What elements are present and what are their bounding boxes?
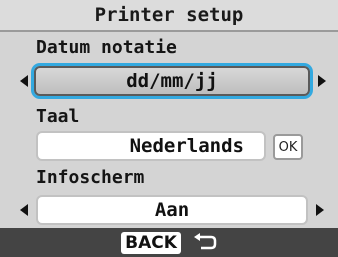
bottom-bar: BACK (0, 228, 338, 257)
title-bar: Printer setup (0, 0, 338, 32)
language-selector[interactable]: Nederlands (36, 131, 266, 161)
info-screen-left-arrow-icon[interactable] (20, 204, 28, 216)
language-label: Taal (36, 106, 80, 127)
date-format-right-arrow-icon[interactable] (318, 75, 326, 87)
printer-setup-screen: Printer setup Datum notatie dd/mm/jj Taa… (0, 0, 338, 257)
back-button[interactable]: BACK (121, 231, 181, 254)
date-format-label: Datum notatie (36, 37, 177, 58)
date-format-left-arrow-icon[interactable] (20, 75, 28, 87)
info-screen-value: Aan (154, 199, 190, 221)
info-screen-label: Infoscherm (36, 167, 145, 188)
language-value: Nederlands (129, 135, 244, 157)
date-format-selector[interactable]: dd/mm/jj (34, 66, 310, 96)
page-title: Printer setup (94, 4, 244, 26)
info-screen-right-arrow-icon[interactable] (316, 204, 324, 216)
return-arrow-icon[interactable] (191, 232, 217, 254)
ok-button-label: OK (278, 139, 298, 155)
info-screen-selector[interactable]: Aan (36, 195, 308, 225)
language-ok-button[interactable]: OK (273, 134, 303, 160)
date-format-value: dd/mm/jj (126, 70, 218, 92)
